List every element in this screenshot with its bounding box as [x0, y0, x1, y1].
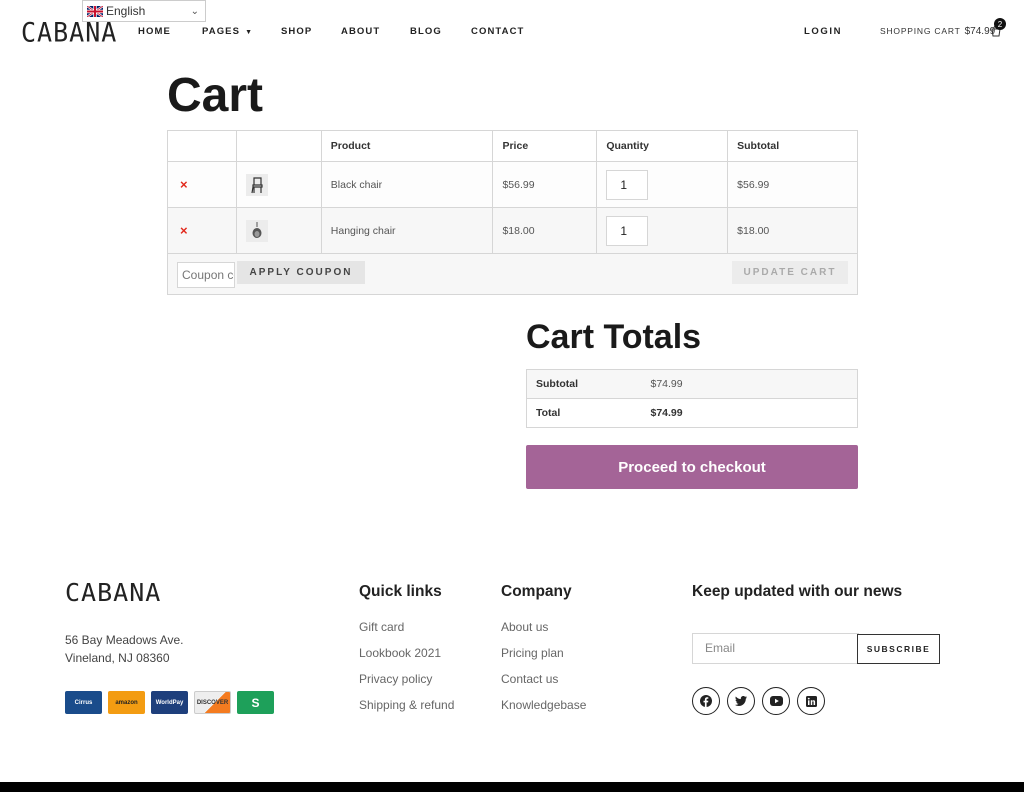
- cart-label: SHOPPING CART: [880, 26, 961, 36]
- product-price: $18.00: [492, 207, 598, 254]
- social-links: [692, 687, 825, 715]
- footer-link-gift-card[interactable]: Gift card: [359, 620, 454, 646]
- footer-link-shipping[interactable]: Shipping & refund: [359, 698, 454, 724]
- caret-down-icon: ▼: [245, 29, 254, 36]
- company-title: Company: [501, 583, 572, 600]
- cirrus-icon: Cirrus: [65, 691, 102, 714]
- newsletter-title: Keep updated with our news: [692, 583, 903, 600]
- subtotal-value: $74.99: [650, 369, 858, 399]
- nav-contact[interactable]: CONTACT: [471, 26, 524, 37]
- facebook-icon[interactable]: [692, 687, 720, 715]
- product-subtotal: $18.00: [727, 207, 858, 254]
- cart-table: Product Price Quantity Subtotal × Black …: [167, 130, 858, 295]
- quantity-input[interactable]: 1: [606, 215, 649, 246]
- total-label: Total: [526, 398, 651, 428]
- address-line-1: 56 Bay Meadows Ave.: [65, 633, 184, 647]
- shopping-cart-link[interactable]: SHOPPING CART $74.99: [880, 26, 995, 37]
- product-price: $56.99: [492, 161, 598, 208]
- update-cart-button[interactable]: UPDATE CART: [732, 261, 848, 284]
- linkedin-icon[interactable]: [797, 687, 825, 715]
- footer-link-privacy[interactable]: Privacy policy: [359, 672, 454, 698]
- coupon-input[interactable]: Coupon code: [177, 262, 235, 288]
- remove-item-button[interactable]: ×: [177, 177, 188, 192]
- footer-link-contact[interactable]: Contact us: [501, 672, 586, 698]
- language-label: English: [106, 4, 146, 18]
- quick-links-list: Gift card Lookbook 2021 Privacy policy S…: [359, 620, 454, 724]
- sage-pay-icon: S: [237, 691, 274, 714]
- address-line-2: Vineland, NJ 08360: [65, 651, 170, 665]
- footer-link-pricing[interactable]: Pricing plan: [501, 646, 586, 672]
- total-row: Total $74.99: [526, 398, 858, 428]
- subtotal-row: Subtotal $74.99: [526, 369, 858, 399]
- cart-header-row: Product Price Quantity Subtotal: [167, 130, 858, 162]
- product-subtotal: $56.99: [727, 161, 858, 208]
- footer-link-lookbook[interactable]: Lookbook 2021: [359, 646, 454, 672]
- product-name[interactable]: Black chair: [320, 161, 494, 208]
- footer-address: 56 Bay Meadows Ave. Vineland, NJ 08360: [65, 631, 184, 667]
- cart-count-badge: 2: [994, 18, 1006, 30]
- quantity-input[interactable]: 1: [606, 169, 649, 200]
- cart-totals-title: Cart Totals: [526, 318, 702, 356]
- subscribe-button[interactable]: SUBSCRIBE: [857, 634, 940, 664]
- youtube-icon[interactable]: [762, 687, 790, 715]
- product-thumbnail[interactable]: [245, 173, 268, 196]
- footer-bottom-bar: [0, 782, 1024, 792]
- apply-coupon-button[interactable]: APPLY COUPON: [237, 261, 365, 284]
- footer-logo[interactable]: CABANA: [65, 578, 161, 607]
- nav-home[interactable]: HOME: [138, 26, 171, 37]
- amazon-pay-icon: amazon: [108, 691, 145, 714]
- product-name[interactable]: Hanging chair: [320, 207, 494, 254]
- product-thumbnail[interactable]: [245, 219, 268, 242]
- cart-actions-row: Coupon code APPLY COUPON UPDATE CART: [167, 253, 858, 295]
- proceed-to-checkout-button[interactable]: Proceed to checkout: [526, 445, 858, 489]
- subtotal-label: Subtotal: [526, 369, 651, 399]
- uk-flag-icon: [86, 4, 104, 18]
- col-price: Price: [492, 130, 598, 162]
- footer-link-knowledgebase[interactable]: Knowledgebase: [501, 698, 586, 724]
- col-subtotal: Subtotal: [727, 130, 858, 162]
- black-chair-icon: [251, 176, 263, 193]
- hanging-chair-icon: [252, 221, 262, 238]
- quick-links-title: Quick links: [359, 583, 442, 600]
- col-product: Product: [320, 130, 494, 162]
- cart-totals-table: Subtotal $74.99 Total $74.99: [526, 369, 858, 428]
- nav-blog[interactable]: BLOG: [410, 26, 442, 37]
- worldpay-icon: WorldPay: [151, 691, 188, 714]
- remove-item-button[interactable]: ×: [177, 223, 188, 238]
- nav-pages-label: PAGES: [202, 26, 241, 37]
- login-link[interactable]: LOGIN: [804, 26, 842, 37]
- email-input[interactable]: Email: [692, 633, 859, 664]
- nav-shop[interactable]: SHOP: [281, 26, 312, 37]
- col-remove: [167, 130, 237, 162]
- col-quantity: Quantity: [596, 130, 729, 162]
- total-value: $74.99: [650, 398, 858, 428]
- page-title: Cart: [167, 69, 264, 122]
- footer-link-about[interactable]: About us: [501, 620, 586, 646]
- payment-methods: Cirrus amazon WorldPay DISCOVER S: [65, 691, 274, 714]
- site-logo[interactable]: CABANA: [21, 17, 117, 47]
- nav-about[interactable]: ABOUT: [341, 26, 380, 37]
- company-links-list: About us Pricing plan Contact us Knowled…: [501, 620, 586, 724]
- nav-pages[interactable]: PAGES ▼: [202, 26, 253, 37]
- discover-icon: DISCOVER: [194, 691, 231, 714]
- twitter-icon[interactable]: [727, 687, 755, 715]
- col-thumbnail: [235, 130, 322, 162]
- chevron-down-icon: ⌄: [190, 5, 199, 17]
- cart-row: × Black chair $56.99 1 $56.99: [167, 161, 858, 208]
- cart-row: × Hanging chair $18.00 1 $18.00: [167, 207, 858, 254]
